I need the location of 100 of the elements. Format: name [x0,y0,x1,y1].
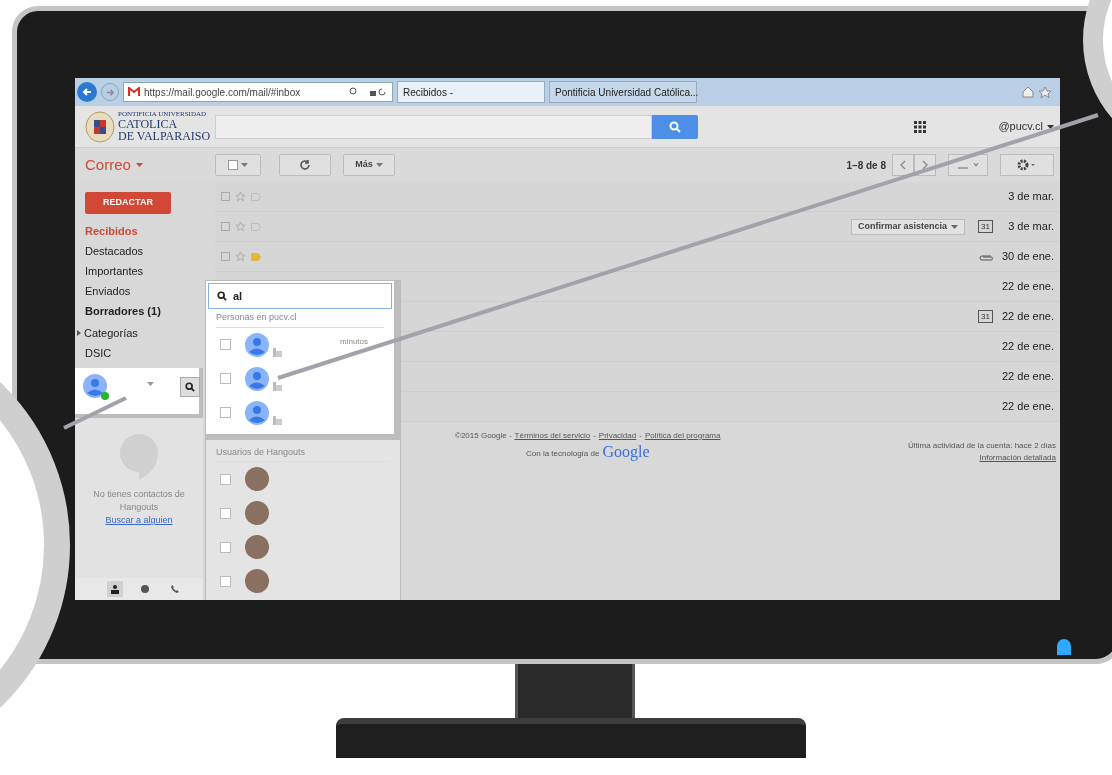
person-avatar-icon [83,374,107,398]
powered-by-text: Con la tecnología de [526,448,600,460]
back-button[interactable] [77,82,97,102]
more-button[interactable]: Más [343,154,395,176]
apps-grid-icon[interactable] [914,120,927,133]
message-date: 22 de ene. [1001,369,1054,385]
search-field[interactable] [215,114,652,139]
checkbox-icon [221,222,230,231]
checkbox[interactable] [220,407,231,418]
checkbox[interactable] [220,473,231,485]
chevron-left-icon [900,160,906,170]
account-menu[interactable]: @pucv.cl [998,118,1054,135]
footer-link[interactable]: Privacidad [598,430,637,442]
sidebar-item[interactable]: Enviados [85,282,131,300]
star-icon [235,251,246,262]
leader-line [63,396,127,430]
checkbox-icon [228,160,238,170]
checkbox-icon [221,192,230,201]
people-search-field[interactable]: al [208,283,392,309]
pagination-text: 1–8 de 8 [846,158,886,173]
checkbox-icon [221,252,230,261]
search-button[interactable] [652,114,698,139]
message-date: 22 de ene. [1001,309,1054,325]
find-someone-link[interactable]: Buscar a alguien [105,514,173,528]
phone-icon [170,584,180,594]
arrow-right-icon [105,87,115,97]
sidebar-item[interactable]: Borradores (1) [85,302,161,320]
sidebar-item[interactable]: Categorías [84,324,138,342]
sidebar-item[interactable]: Importantes [85,262,144,280]
search-lock-refresh-icon [348,87,388,97]
person-avatar-icon [245,400,269,425]
message-date: 22 de ene. [1001,339,1054,355]
url-text: https://mail.google.com/mail/#inbox [144,85,302,100]
message-date: 30 de ene. [1001,249,1054,265]
settings-button[interactable] [1000,154,1054,176]
caret-icon [951,224,958,229]
checkbox[interactable] [220,541,231,553]
building-icon [273,347,282,357]
caret-icon [147,382,154,386]
message-date: 22 de ene. [1001,279,1054,295]
caret-icon [375,163,383,167]
previous-button[interactable] [892,154,914,176]
browser-tab[interactable]: Recibidos - [397,81,545,103]
settings-icon [1017,159,1037,171]
tab-label: Recibidos - [403,85,454,100]
refresh-icon [299,159,311,171]
section-heading: Personas en pucv.cl [216,311,384,328]
address-bar[interactable]: https://mail.google.com/mail/#inbox [123,82,393,102]
message-date: 3 de mar. [1007,189,1054,205]
checkbox[interactable] [220,575,231,587]
calendar-icon: 31 [978,310,993,323]
caret-icon [135,163,143,167]
footer-link[interactable]: Política del programa [644,430,721,442]
refresh-button[interactable] [279,154,331,176]
select-button[interactable] [215,154,261,176]
app-menu-text: Correo [85,154,131,175]
compose-button[interactable]: REDACTAR [85,192,171,214]
checkbox[interactable] [220,339,231,350]
expand-triangle-icon[interactable] [77,330,81,336]
search-icon [217,291,227,301]
person-avatar-icon [245,366,269,391]
section-heading: Usuarios de Hangouts [216,445,390,462]
hangouts-tab[interactable] [107,581,123,597]
sidebar-item[interactable]: Destacados [85,242,144,260]
star-icon [235,191,246,202]
building-icon [273,381,282,391]
sidebar-item[interactable]: DSIC [85,344,112,362]
search-icon [669,120,681,133]
logo-text: DE VALPARAISO [118,130,211,142]
caret-icon [241,163,248,167]
search-query: al [233,288,243,304]
message-date: 3 de mar. [1007,219,1054,235]
people-search-button[interactable] [180,377,200,397]
footer-link[interactable]: Términos del servicio [514,430,591,442]
time-text: minutos [340,335,368,348]
star-icon [235,221,246,232]
account-text: @pucv.cl [998,119,1043,135]
person-avatar-icon [245,332,269,357]
checkbox[interactable] [220,507,231,519]
details-link[interactable]: Información detallada [979,452,1056,464]
university-crest-icon [85,110,115,143]
more-label: Más [355,158,373,172]
checkbox[interactable] [220,373,231,384]
logo-text: CATOLICA [118,118,179,130]
search-icon [185,382,195,392]
browser-tab[interactable]: Pontificia Universidad Católica... [549,81,697,103]
paperclip-icon [979,252,993,261]
tab-label: Pontificia Universidad Católica... [555,85,699,100]
empty-contacts-text: No tienes contactos de Hangouts [92,488,186,514]
arrow-left-icon [82,87,92,97]
confirm-attendance-label: Confirmar asistencia [857,219,947,233]
caret-icon [1047,124,1054,129]
person-icon [110,584,120,594]
confirm-attendance-button[interactable]: Confirmar asistencia [850,218,965,235]
calendar-icon: 31 [978,220,993,233]
separator-text: - [639,430,642,442]
building-icon [273,415,282,425]
copyright-text: ©2015 Google - [455,430,512,442]
message-date: 22 de ene. [1001,399,1054,415]
chevron-right-icon [922,160,928,170]
